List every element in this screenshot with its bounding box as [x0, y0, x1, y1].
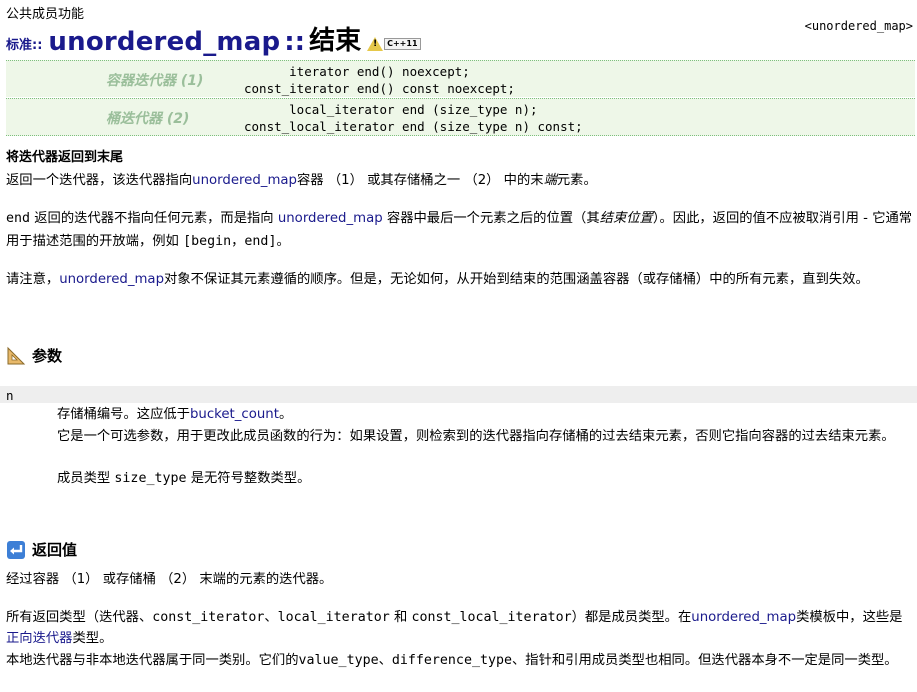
page-title: 标准:: unordered_map :: 结束 ! C++11	[6, 25, 421, 57]
title-class-name: unordered_map	[48, 27, 281, 57]
warning-icon: !	[367, 37, 384, 51]
param-description-1: 存储桶编号。这应低于bucket_count。	[57, 404, 915, 425]
text: 、指针和引用成员类型也相同。但迭代器本身不一定是同一类型。	[511, 653, 898, 668]
param-name: n	[6, 388, 14, 403]
text: 返回一个迭代器，该迭代器指向	[6, 173, 193, 188]
cpp11-badge-text: C++11	[384, 38, 421, 50]
summary-paragraph-1: 返回一个迭代器，该迭代器指向unordered_map容器 （1） 或其存储桶之…	[6, 169, 914, 192]
text: 返回的迭代器不指向任何元素，而是指向	[30, 211, 278, 226]
text: 。	[278, 407, 293, 422]
unordered-map-link[interactable]: unordered_map	[59, 272, 164, 287]
signature-table: 容器迭代器 (1) iterator end() noexcept; const…	[6, 60, 915, 136]
text: 元素。	[556, 173, 597, 188]
returns-heading: 返回值	[6, 539, 77, 560]
return-arrow-icon	[7, 540, 25, 559]
returns-paragraph-3: 本地迭代器与非本地迭代器属于同一类别。它们的value_type、differe…	[6, 650, 914, 671]
code-inline: end	[6, 211, 31, 226]
summary-paragraph-2: end 返回的迭代器不指向任何元素，而是指向 unordered_map 容器中…	[6, 207, 914, 253]
title-scope-separator: ::	[284, 27, 306, 57]
text: 和	[389, 610, 412, 625]
text-italic: 端	[543, 173, 557, 188]
forward-iterator-link[interactable]: 正向迭代器	[6, 631, 72, 646]
text: 。	[276, 234, 290, 249]
text: 类模板中，这些是	[796, 610, 903, 625]
unordered-map-link[interactable]: unordered_map	[278, 211, 383, 226]
text: 成员类型	[57, 471, 115, 486]
title-function-name: 结束	[309, 26, 362, 56]
signature-line: const_local_iterator end (size_type n) c…	[244, 119, 583, 134]
signature-line: iterator end() noexcept;	[244, 64, 470, 79]
param-description-3: 成员类型 size_type 是无符号整数类型。	[57, 468, 915, 489]
text: 本地迭代器与非本地迭代器属于同一类别。它们的	[6, 653, 299, 668]
signature-label: 桶迭代器 (2)	[106, 111, 190, 127]
signature-code: iterator end() noexcept; const_iterator …	[244, 63, 515, 97]
text: 、	[264, 610, 278, 625]
text: 是无符号整数类型。	[186, 471, 311, 486]
std-namespace-label: 标准::	[6, 38, 43, 53]
text: 存储桶编号。这应低于	[57, 407, 190, 422]
code-inline: difference_type	[391, 653, 512, 668]
code-inline: value_type	[298, 653, 379, 668]
code-inline: [begin，end]	[183, 234, 277, 249]
signature-row: 桶迭代器 (2) local_iterator end (size_type n…	[6, 98, 915, 136]
signature-row: 容器迭代器 (1) iterator end() noexcept; const…	[6, 60, 915, 97]
signature-code: local_iterator end (size_type n); const_…	[244, 101, 583, 135]
returns-heading-text: 返回值	[32, 541, 78, 559]
params-heading: 参数	[6, 345, 62, 366]
summary-heading: 将迭代器返回到末尾	[6, 150, 124, 165]
ruler-icon	[7, 346, 26, 364]
header-breadcrumb[interactable]: <unordered_map>	[805, 19, 913, 33]
param-description-2: 它是一个可选参数，用于更改此成员函数的行为：如果设置，则检索到的迭代器指向存储桶…	[57, 429, 895, 444]
returns-paragraph-2: 所有返回类型（迭代器、const_iterator、local_iterator…	[6, 607, 914, 649]
unordered-map-link[interactable]: unordered_map	[192, 173, 297, 188]
code-inline: const_iterator	[152, 610, 265, 625]
text: 容器 （1） 或其存储桶之一 （2） 中的末	[297, 173, 544, 188]
signature-line: const_iterator end() const noexcept;	[244, 81, 515, 96]
signature-label: 容器迭代器 (1)	[106, 73, 204, 89]
text: ）都是成员类型。在	[571, 610, 692, 625]
params-heading-text: 参数	[32, 347, 63, 365]
signature-line: local_iterator end (size_type n);	[244, 102, 538, 117]
text: 、	[378, 653, 392, 668]
code-inline: local_iterator	[277, 610, 390, 625]
bucket-count-link[interactable]: bucket_count	[190, 407, 279, 422]
text: 请注意，	[6, 272, 60, 287]
code-inline: const_local_iterator	[411, 610, 572, 625]
text: 类型。	[72, 631, 113, 646]
summary-paragraph-3: 请注意，unordered_map对象不保证其元素遵循的顺序。但是，无论如何，从…	[6, 268, 914, 291]
page-kicker: 公共成员功能	[6, 7, 85, 22]
code-inline: size_type	[114, 471, 187, 486]
text: 容器中最后一个元素之后的位置（其	[382, 211, 600, 226]
returns-paragraph-1: 经过容器 （1） 或存储桶 （2） 末端的元素的迭代器。	[6, 572, 333, 587]
text-italic: 结束位置	[599, 211, 653, 226]
cpp11-badge: ! C++11	[367, 37, 421, 51]
unordered-map-link[interactable]: unordered_map	[691, 610, 796, 625]
text: 对象不保证其元素遵循的顺序。但是，无论如何，从开始到结束的范围涵盖容器（或存储桶…	[164, 272, 869, 287]
param-name-bar	[0, 386, 917, 403]
text: 所有返回类型（迭代器、	[6, 610, 153, 625]
